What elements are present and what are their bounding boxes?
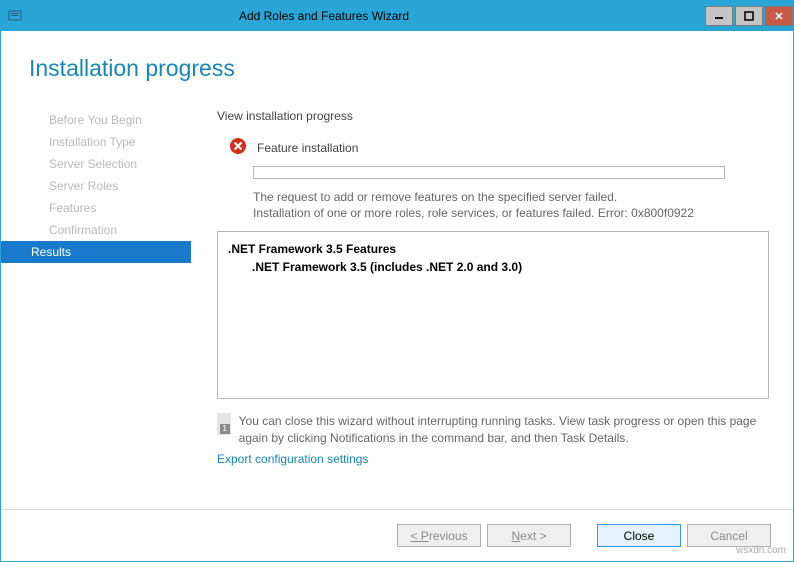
sidebar-item-confirmation: Confirmation — [1, 219, 191, 241]
window-title: Add Roles and Features Wizard — [0, 9, 703, 23]
sidebar-item-server-selection: Server Selection — [1, 153, 191, 175]
body: Before You Begin Installation Type Serve… — [1, 95, 793, 509]
page-heading: Installation progress — [1, 31, 793, 95]
sidebar-item-results[interactable]: Results — [1, 241, 191, 263]
sidebar-item-server-roles: Server Roles — [1, 175, 191, 197]
main-panel: View installation progress Feature insta… — [191, 103, 793, 509]
features-list: .NET Framework 3.5 Features .NET Framewo… — [217, 231, 769, 399]
window-controls: ✕ — [703, 6, 793, 26]
main-subtitle: View installation progress — [217, 109, 769, 123]
sidebar-item-features: Features — [1, 197, 191, 219]
error-line-1: The request to add or remove features on… — [253, 190, 617, 204]
flag-icon: 1 — [217, 413, 231, 435]
sidebar-item-installation-type: Installation Type — [1, 131, 191, 153]
error-line-2: Installation of one or more roles, role … — [253, 206, 694, 220]
close-button[interactable]: ✕ — [765, 6, 793, 26]
feature-child: .NET Framework 3.5 (includes .NET 2.0 an… — [252, 260, 522, 274]
progress-bar — [253, 166, 725, 179]
error-message: The request to add or remove features on… — [217, 189, 747, 221]
info-text: You can close this wizard without interr… — [239, 413, 769, 445]
maximize-button[interactable] — [735, 6, 763, 26]
watermark: wsxdn.com — [736, 545, 786, 556]
titlebar: Add Roles and Features Wizard ✕ — [1, 1, 793, 31]
content-area: Installation progress Before You Begin I… — [1, 31, 793, 561]
minimize-button[interactable] — [705, 6, 733, 26]
previous-button: < Previous — [397, 524, 481, 547]
export-config-link[interactable]: Export configuration settings — [217, 446, 769, 466]
info-row: 1 You can close this wizard without inte… — [217, 413, 769, 445]
feature-parent: .NET Framework 3.5 Features — [228, 242, 396, 256]
sidebar: Before You Begin Installation Type Serve… — [1, 103, 191, 509]
status-label: Feature installation — [257, 141, 358, 155]
next-button: Next > — [487, 524, 571, 547]
sidebar-item-before-you-begin: Before You Begin — [1, 109, 191, 131]
cancel-button: Cancel — [687, 524, 771, 547]
footer: < Previous Next > Close Cancel — [1, 509, 793, 561]
status-row: Feature installation — [217, 137, 769, 158]
error-icon — [229, 137, 247, 158]
close-wizard-button[interactable]: Close — [597, 524, 681, 547]
